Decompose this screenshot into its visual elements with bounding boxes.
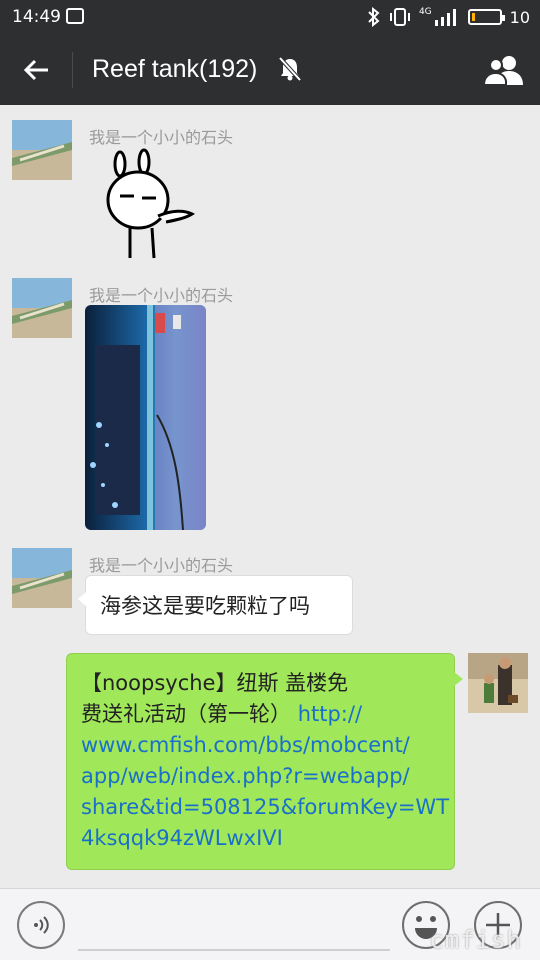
watermark: cmfish — [429, 926, 522, 954]
bluetooth-icon — [368, 7, 380, 27]
back-button[interactable] — [18, 52, 54, 88]
sender-name: 我是一个小小的石头 — [89, 556, 234, 575]
my-avatar[interactable] — [468, 653, 528, 713]
voice-button[interactable] — [17, 901, 65, 949]
message-text: 费送礼活动（第一轮） — [81, 702, 291, 726]
message-link[interactable]: app/web/index.php?r=webapp/ — [81, 761, 440, 792]
avatar[interactable] — [12, 120, 72, 180]
notification-icon — [66, 8, 84, 24]
bell-off-icon — [278, 56, 302, 82]
avatar-image — [12, 120, 72, 180]
message-line: 费送礼活动（第一轮） http:// — [81, 699, 440, 730]
status-bar: 14:49 4G 10 — [0, 0, 540, 34]
sender-name: 我是一个小小的石头 — [89, 286, 234, 305]
battery-level: 10 — [509, 7, 530, 27]
sender-name: 我是一个小小的石头 — [89, 128, 234, 147]
message-input[interactable] — [78, 899, 390, 951]
rabbit-sticker — [106, 148, 195, 259]
avatar-image — [12, 278, 72, 338]
aquarium-photo — [85, 305, 206, 530]
message-link[interactable]: 4ksqqk94zWLwxIVI — [81, 823, 440, 854]
avatar-image — [468, 653, 528, 713]
message-link[interactable]: http:// — [298, 702, 362, 726]
avatar-image — [12, 548, 72, 608]
image-message[interactable] — [85, 305, 206, 530]
outgoing-message[interactable]: 【noopsyche】纽斯 盖楼免 费送礼活动（第一轮） http:// www… — [66, 653, 463, 870]
status-indicators: 4G 10 — [367, 6, 530, 28]
input-bar: cmfish — [0, 888, 540, 960]
arrow-left-icon — [23, 59, 48, 81]
battery-icon — [467, 9, 505, 25]
voice-icon — [34, 916, 49, 934]
group-members-button[interactable] — [482, 50, 526, 90]
avatar[interactable] — [12, 278, 72, 338]
chat-header: Reef tank(192) — [0, 34, 540, 105]
text-message[interactable]: 海参这是要吃颗粒了吗 — [78, 575, 353, 635]
network-type: 4G — [418, 7, 432, 17]
vibrate-icon — [389, 8, 410, 26]
message-link[interactable]: www.cmfish.com/bbs/mobcent/ — [81, 730, 440, 761]
status-time: 14:49 — [12, 7, 61, 27]
message-link[interactable]: share&tid=508125&forumKey=WT — [81, 792, 449, 823]
message-line: 【noopsyche】纽斯 盖楼免 — [81, 671, 349, 695]
sticker-message[interactable] — [100, 148, 200, 260]
chat-title: Reef tank(192) — [92, 55, 258, 83]
header-divider — [72, 52, 73, 88]
group-icon — [483, 56, 523, 86]
message-text: 海参这是要吃颗粒了吗 — [100, 594, 310, 618]
signal-icon — [434, 9, 456, 26]
avatar[interactable] — [12, 548, 72, 608]
